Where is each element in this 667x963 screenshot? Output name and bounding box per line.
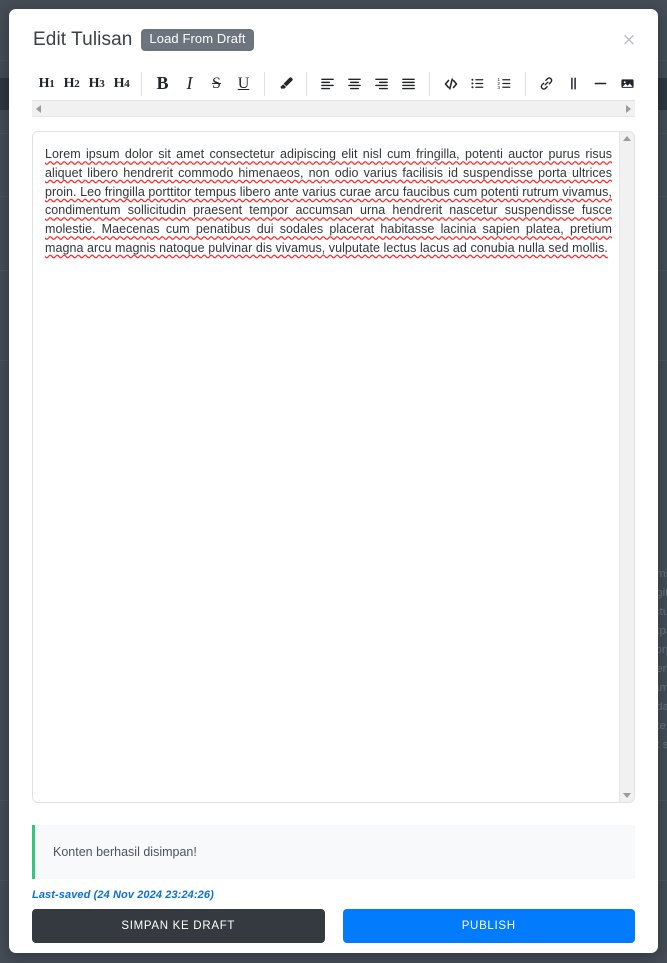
scroll-arrow-left-icon[interactable]: [36, 104, 41, 113]
ordered-list-icon[interactable]: 1 2 3: [493, 72, 516, 95]
edit-post-modal: Edit Tulisan Load From Draft × H1 H2 H3 …: [9, 9, 658, 953]
status-alert-message: Konten berhasil disimpan!: [53, 845, 197, 859]
save-to-draft-button[interactable]: SIMPAN KE DRAFT: [32, 909, 325, 943]
toolbar-group-headings: H1 H2 H3 H4: [32, 71, 142, 96]
align-center-icon[interactable]: [343, 72, 366, 95]
link-icon[interactable]: [535, 72, 558, 95]
modal-header: Edit Tulisan Load From Draft ×: [9, 9, 658, 69]
publish-button[interactable]: PUBLISH: [342, 909, 635, 943]
heading-1-button[interactable]: H1: [36, 72, 57, 95]
editor-toolbar: H1 H2 H3 H4 B I S U 1 2 3: [32, 69, 635, 101]
scroll-arrow-right-icon[interactable]: [626, 104, 631, 113]
toolbar-horizontal-scrollbar[interactable]: [32, 101, 635, 117]
blockquote-icon[interactable]: [562, 72, 585, 95]
editor-content[interactable]: Lorem ipsum dolor sit amet consectetur a…: [33, 132, 634, 271]
align-left-icon[interactable]: [316, 72, 339, 95]
strikethrough-button[interactable]: S: [205, 72, 228, 95]
heading-3-button[interactable]: H3: [86, 72, 107, 95]
toolbar-group-insert: [526, 72, 635, 96]
toolbar-group-highlight: [265, 71, 307, 96]
editor-container: Lorem ipsum dolor sit amet consectetur a…: [9, 117, 658, 803]
horizontal-rule-icon[interactable]: [589, 72, 612, 95]
toolbar-group-blocks: 1 2 3: [430, 71, 526, 96]
toolbar-group-text-format: B I S U: [142, 71, 265, 96]
heading-4-button[interactable]: H4: [111, 72, 132, 95]
heading-2-button[interactable]: H2: [61, 72, 82, 95]
align-right-icon[interactable]: [370, 72, 393, 95]
last-saved-label: Last-saved (24 Nov 2024 23:24:26): [32, 889, 214, 901]
italic-button[interactable]: I: [178, 72, 201, 95]
editor-paragraph: Lorem ipsum dolor sit amet consectetur a…: [45, 147, 612, 255]
toolbar-group-alignment: [307, 71, 430, 96]
bullet-list-icon[interactable]: [466, 72, 489, 95]
editor-vertical-scrollbar[interactable]: [619, 132, 634, 802]
code-icon[interactable]: [439, 72, 462, 95]
close-icon[interactable]: ×: [618, 29, 640, 51]
scroll-arrow-down-icon[interactable]: [623, 793, 631, 798]
svg-text:3: 3: [497, 85, 500, 90]
image-icon[interactable]: [616, 72, 635, 95]
underline-button[interactable]: U: [232, 72, 255, 95]
bold-button[interactable]: B: [151, 72, 174, 95]
status-alert: Konten berhasil disimpan!: [32, 825, 635, 879]
modal-footer: SIMPAN KE DRAFT PUBLISH: [32, 909, 635, 943]
load-from-draft-button[interactable]: Load From Draft: [141, 29, 254, 51]
align-justify-icon[interactable]: [397, 72, 420, 95]
highlighter-icon[interactable]: [274, 72, 297, 95]
page-title: Edit Tulisan: [33, 29, 133, 50]
editor-toolbar-wrap: H1 H2 H3 H4 B I S U 1 2 3: [9, 69, 658, 117]
rich-text-editor[interactable]: Lorem ipsum dolor sit amet consectetur a…: [32, 131, 635, 803]
scroll-arrow-up-icon[interactable]: [623, 136, 631, 141]
